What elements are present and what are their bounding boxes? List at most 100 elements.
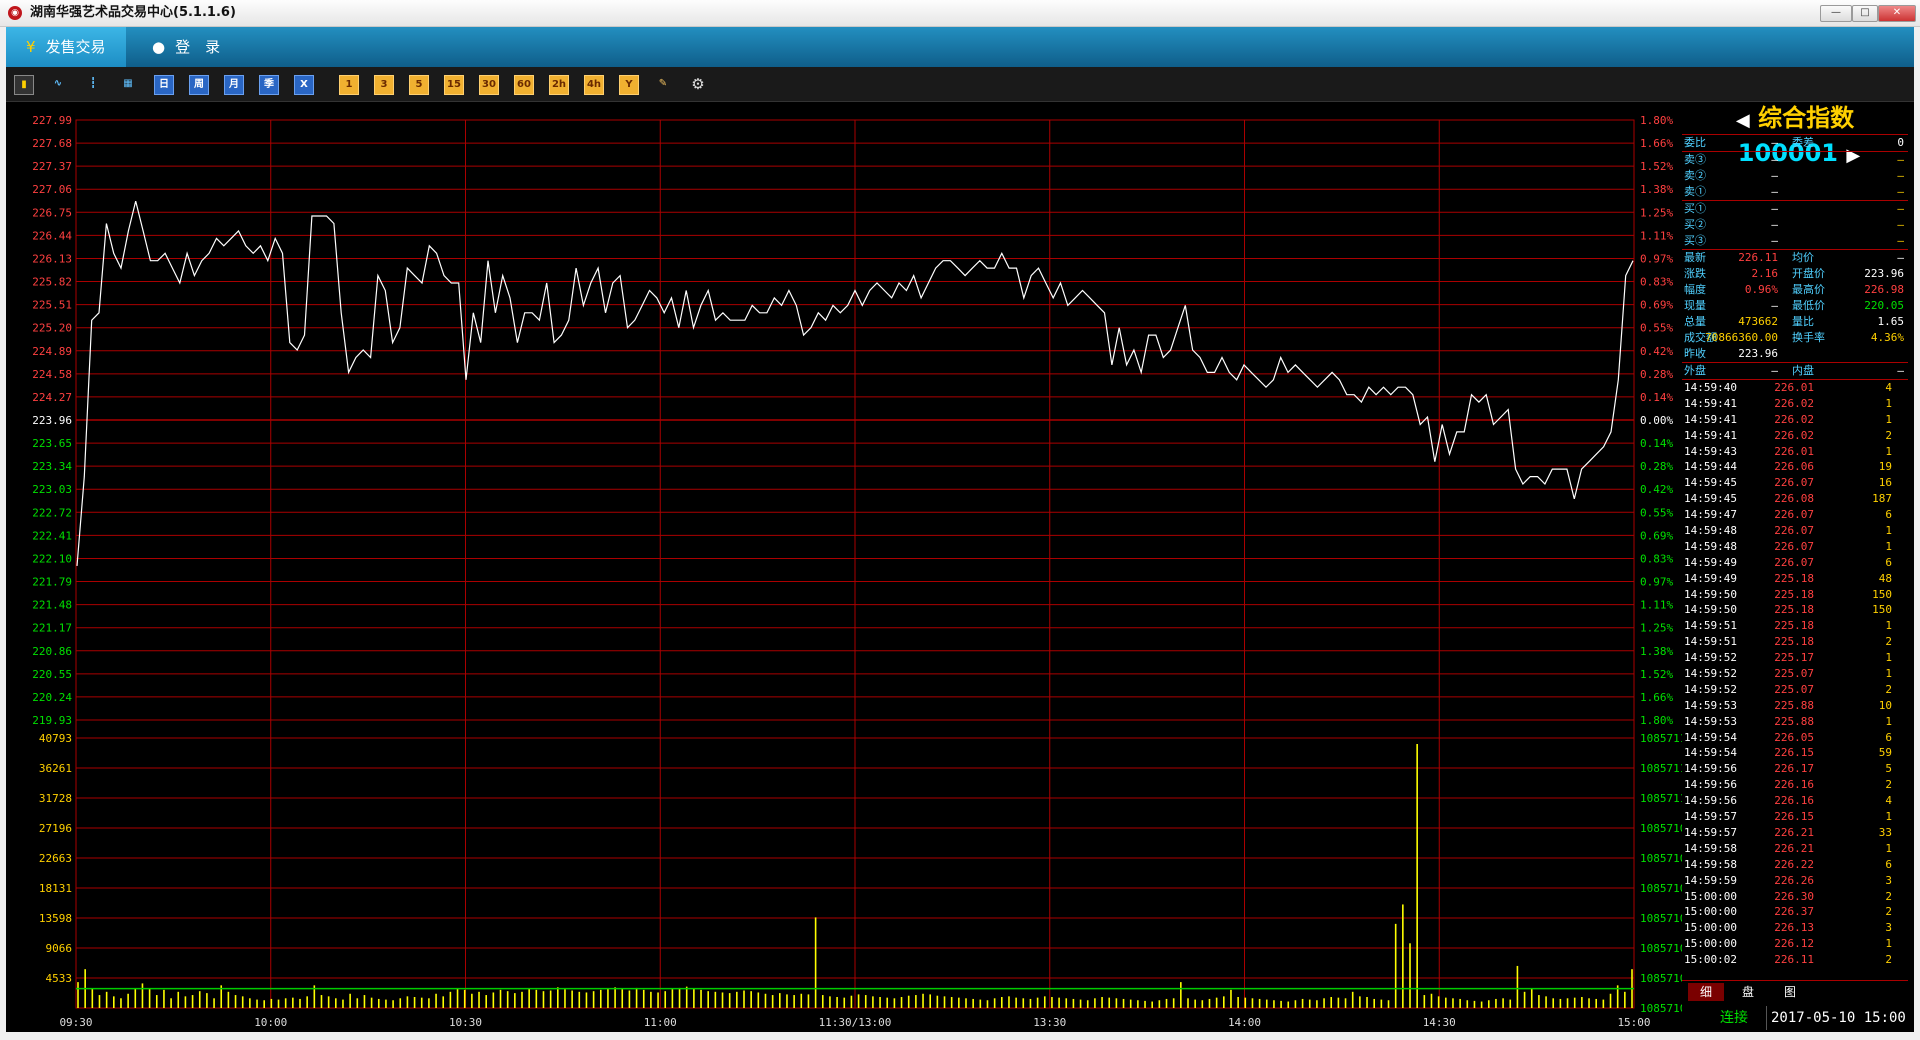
stat-label: 幅度 xyxy=(1684,283,1706,296)
tick-row: 14:59:51 225.18 1 xyxy=(1682,618,1908,634)
sell-volume: — xyxy=(1897,153,1904,166)
buy-row: 买③ — — xyxy=(1682,233,1908,250)
pct-tick-label: 0.28% xyxy=(1640,460,1673,473)
volume-tick-label: 22663 xyxy=(39,852,72,865)
tick-volume: 4 xyxy=(1885,794,1892,808)
period-button-0[interactable]: 日 xyxy=(154,75,174,95)
tick-price: 226.26 xyxy=(1774,873,1814,887)
tick-volume: 2 xyxy=(1885,889,1892,903)
tab-trade[interactable]: ¥ 发售交易 xyxy=(6,27,126,67)
minute-button-3[interactable]: 15 xyxy=(444,75,464,95)
period-button-2[interactable]: 月 xyxy=(224,75,244,95)
period-button-3[interactable]: 季 xyxy=(259,75,279,95)
maximize-button[interactable]: □ xyxy=(1852,5,1878,22)
minute-button-0[interactable]: 1 xyxy=(339,75,359,95)
tick-list[interactable]: 14:59:40 226.01 4 14:59:41 226.02 1 14:59:41 22… xyxy=(1682,380,1908,968)
panel-tab-0[interactable]: 细 xyxy=(1688,983,1724,1001)
settings-gear-icon[interactable]: ⚙ xyxy=(689,75,707,93)
title-bar: ◉ 湖南华强艺术品交易中心(5.1.1.6) — □ ✕ xyxy=(0,0,1920,27)
minute-button-5[interactable]: 60 xyxy=(514,75,534,95)
minimize-button[interactable]: — xyxy=(1820,5,1852,22)
tick-price: 226.07 xyxy=(1774,476,1814,490)
minute-button-8[interactable]: Y xyxy=(619,75,639,95)
tab-trade-label: 发售交易 xyxy=(45,38,106,56)
prev-stock-icon[interactable]: ◀ xyxy=(1736,110,1750,131)
tick-price: 226.08 xyxy=(1774,492,1814,506)
pct-tick-label: 0.69% xyxy=(1640,299,1673,312)
ratio-value: — xyxy=(1771,136,1778,149)
minute-button-4[interactable]: 30 xyxy=(479,75,499,95)
yen-icon: ¥ xyxy=(26,38,36,56)
window-title: 湖南华强艺术品交易中心(5.1.1.6) xyxy=(30,5,236,20)
tick-volume: 1 xyxy=(1885,396,1892,410)
tick-time: 15:00:00 xyxy=(1684,937,1737,951)
tick-volume: 2 xyxy=(1885,682,1892,696)
minute-button-7[interactable]: 4h xyxy=(584,75,604,95)
bar-chart-icon[interactable]: ▮ xyxy=(14,75,34,95)
stat-row: 涨跌 2.16 开盘价 223.96 xyxy=(1682,266,1908,282)
tick-time: 15:00:00 xyxy=(1684,889,1737,903)
sell-volume: — xyxy=(1897,169,1904,182)
buy-volume: — xyxy=(1897,218,1904,231)
stat-label-2: 换手率 xyxy=(1792,331,1825,344)
tick-time: 14:59:54 xyxy=(1684,730,1737,744)
pct-tick-label: 1.11% xyxy=(1640,229,1673,242)
tab-login[interactable]: ● 登 录 xyxy=(142,27,252,67)
tick-price: 225.18 xyxy=(1774,603,1814,617)
sell-row: 卖③ — — xyxy=(1682,152,1908,168)
tick-row: 14:59:41 226.02 1 xyxy=(1682,396,1908,412)
stat-value-2: 223.96 xyxy=(1864,267,1904,280)
sell-row: 卖① — — xyxy=(1682,184,1908,201)
tick-time: 14:59:40 xyxy=(1684,381,1737,394)
user-icon: ● xyxy=(152,38,166,56)
panel-tab-2[interactable]: 图 xyxy=(1772,983,1808,1001)
tick-time: 14:59:57 xyxy=(1684,810,1737,824)
stat-label-2: 最高价 xyxy=(1792,283,1825,296)
panel-tab-1[interactable]: 盘 xyxy=(1730,983,1766,1001)
minute-button-2[interactable]: 5 xyxy=(409,75,429,95)
pct-tick-label: 0.97% xyxy=(1640,576,1673,589)
minute-button-6[interactable]: 2h xyxy=(549,75,569,95)
volume-right-tick-label: 10857111 xyxy=(1640,762,1682,775)
inner-value: — xyxy=(1897,364,1904,377)
price-tick-label: 222.41 xyxy=(32,529,72,542)
price-tick-label: 224.89 xyxy=(32,345,72,358)
tick-time: 14:59:53 xyxy=(1684,714,1737,728)
pct-tick-label: 0.42% xyxy=(1640,345,1673,358)
calendar-icon[interactable]: ▦ xyxy=(119,75,137,93)
chart-toolbar: ▮ ∿ ┇ ▦ 日周月季 X 1 3 5 15 30 60 2h 4h Y ✎ ⚙ xyxy=(6,67,1914,102)
stock-header: ◀ 综合指数100001 ▶ xyxy=(1682,102,1908,167)
tick-row: 14:59:56 226.16 4 xyxy=(1682,793,1908,809)
tick-time: 14:59:45 xyxy=(1684,492,1737,506)
volume-tick-label: 4533 xyxy=(46,972,73,985)
line-chart-icon[interactable]: ∿ xyxy=(49,75,67,93)
status-bar: 连接 2017-05-10 15:00 xyxy=(1682,1006,1908,1030)
tick-volume: 2 xyxy=(1885,905,1892,919)
tick-row: 14:59:58 226.21 1 xyxy=(1682,841,1908,857)
tick-volume: 1 xyxy=(1885,841,1892,855)
tick-price: 226.15 xyxy=(1774,810,1814,824)
tick-price: 226.13 xyxy=(1774,921,1814,935)
time-label: 11:30/13:00 xyxy=(819,1016,892,1029)
tick-time: 14:59:41 xyxy=(1684,412,1737,426)
close-button[interactable]: ✕ xyxy=(1878,5,1916,22)
tick-volume: 1 xyxy=(1885,444,1892,458)
tick-row: 14:59:41 226.02 2 xyxy=(1682,428,1908,444)
pct-tick-label: 1.66% xyxy=(1640,137,1673,150)
volume-right-tick-label: 10857106 xyxy=(1640,912,1682,925)
price-tick-label: 220.24 xyxy=(32,691,72,704)
tick-price: 225.18 xyxy=(1774,619,1814,633)
tick-price: 225.18 xyxy=(1774,635,1814,649)
draw-tool-icon[interactable]: ✎ xyxy=(654,75,672,93)
period-button-4[interactable]: X xyxy=(294,75,314,95)
minute-button-1[interactable]: 3 xyxy=(374,75,394,95)
stat-label-2: 量比 xyxy=(1792,315,1814,328)
tick-row: 14:59:50 225.18 150 xyxy=(1682,587,1908,603)
chart-area: 227.99 1.80% 227.68 1.66% 227.37 1.52% 227.06 1… xyxy=(6,102,1914,1032)
time-label: 15:00 xyxy=(1617,1016,1650,1029)
price-tick-label: 227.06 xyxy=(32,183,72,196)
volume-right-tick-label: 10857112 xyxy=(1640,732,1682,745)
candlestick-icon[interactable]: ┇ xyxy=(84,75,102,93)
period-button-1[interactable]: 周 xyxy=(189,75,209,95)
tick-time: 14:59:50 xyxy=(1684,587,1737,601)
